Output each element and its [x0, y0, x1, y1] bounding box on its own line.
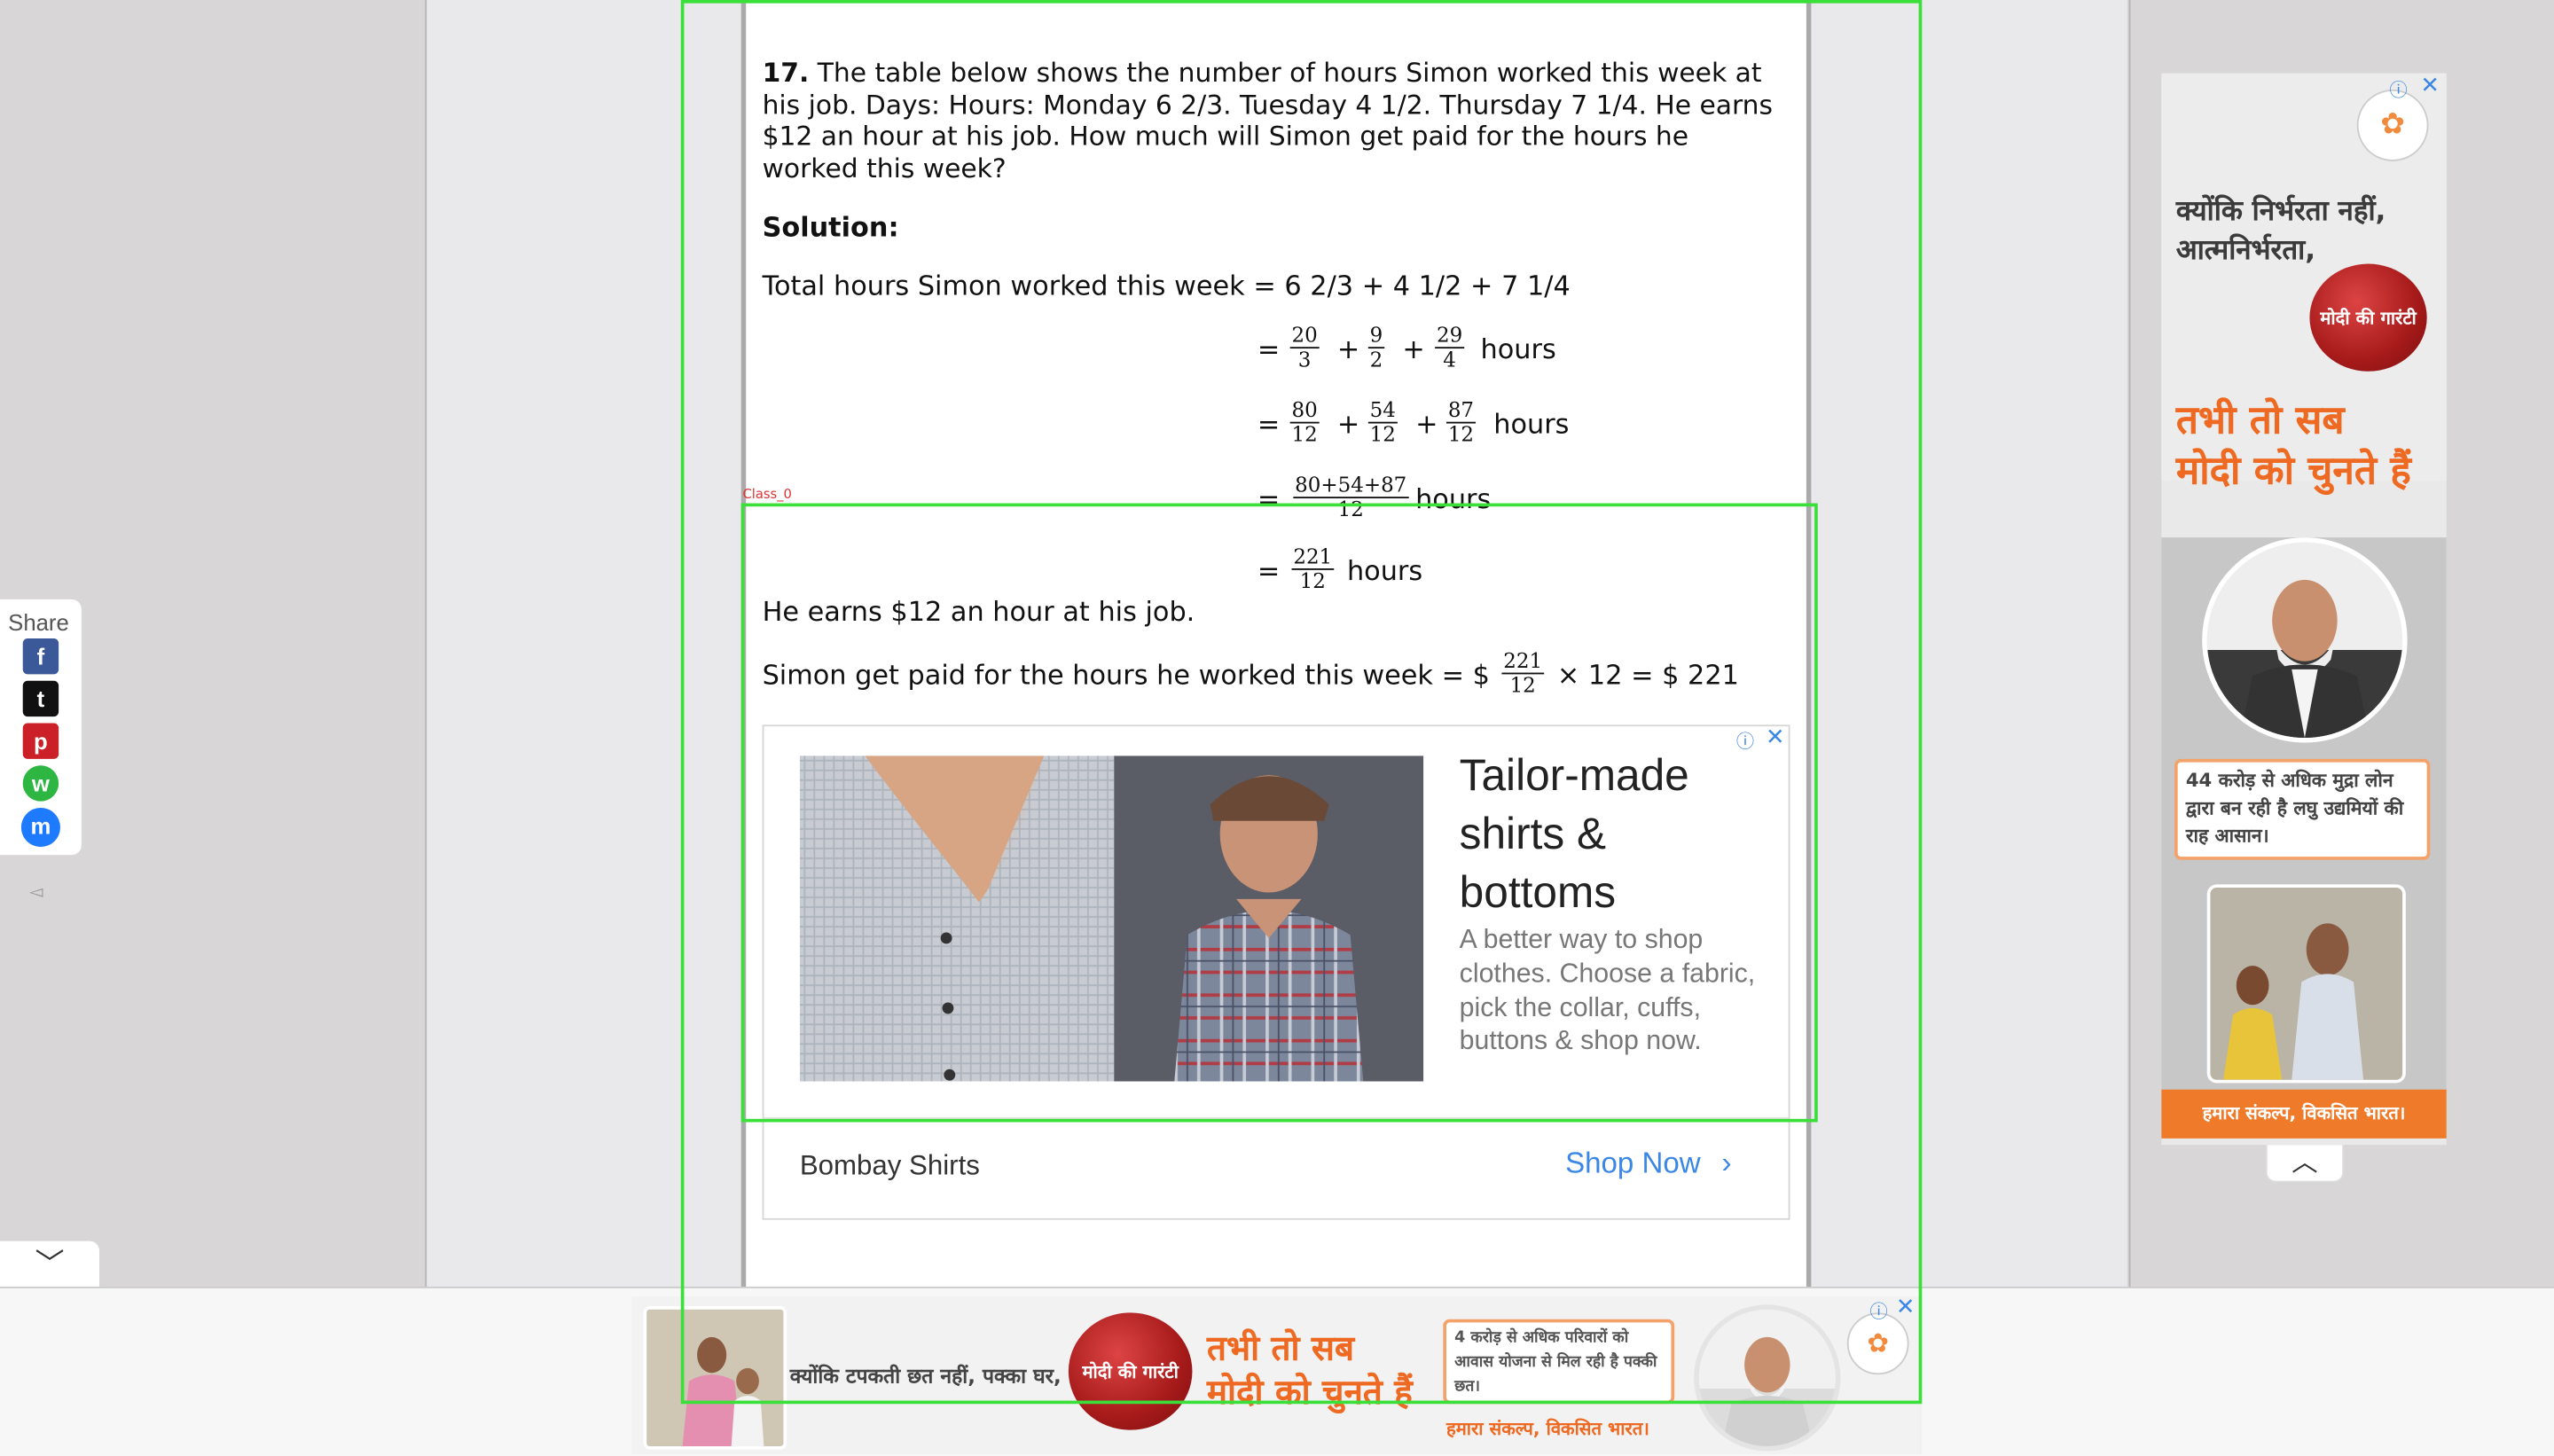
collapse-share-icon[interactable]: ◅	[29, 881, 43, 903]
ad-headline: क्योंकि निर्भरता नहीं, आत्मनिर्भरता,	[2175, 195, 2386, 268]
leader-portrait	[2202, 537, 2408, 743]
annotation-label: Class_0	[742, 487, 792, 502]
chevron-down-icon[interactable]: ﹀	[0, 1241, 100, 1290]
ad-choices-icon[interactable]: ⓘ	[2389, 76, 2407, 102]
pinterest-icon[interactable]: p	[22, 723, 59, 759]
close-icon[interactable]: ✕	[2420, 74, 2440, 99]
twitter-icon[interactable]: t	[22, 680, 59, 717]
whatsapp-icon[interactable]: w	[22, 765, 59, 802]
facebook-icon[interactable]: f	[22, 638, 59, 675]
chevron-up-icon[interactable]: ︿	[2265, 1145, 2345, 1183]
ad-photo	[2206, 884, 2406, 1084]
annotation-box-class	[740, 503, 1818, 1123]
ad-slogan: तभी तो सब मोदी को चुनते हैं	[2175, 397, 2411, 494]
share-label: Share	[8, 608, 69, 636]
messenger-icon[interactable]: m	[20, 808, 60, 848]
ad-footer-band: हमारा संकल्प, विकसित भारत।	[2161, 1089, 2447, 1139]
guarantee-seal: मोदी की गारंटी	[2309, 263, 2427, 372]
ad-info-box: 44 करोड़ से अधिक मुद्रा लोन द्वारा बन रह…	[2174, 758, 2431, 860]
bottom-ad-band: हमारा संकल्प, विकसित भारत।	[1445, 1418, 1649, 1440]
